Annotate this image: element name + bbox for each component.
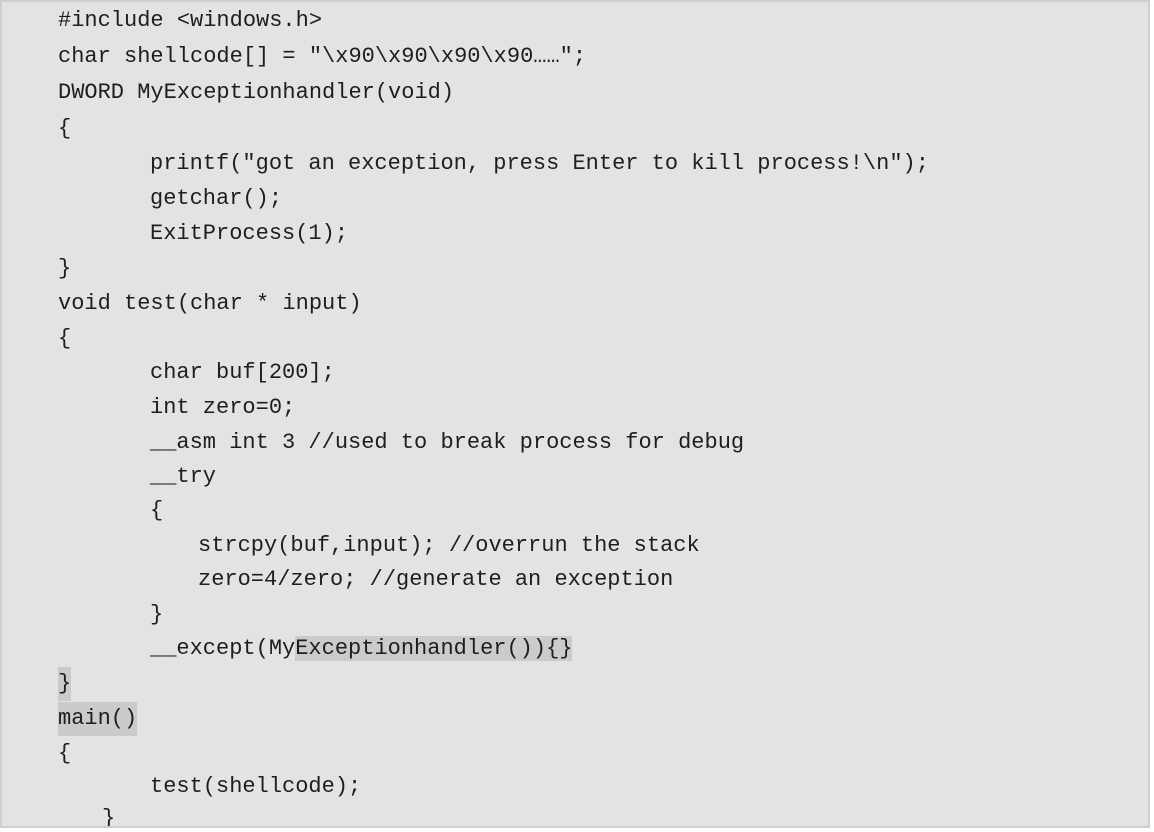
code-line: char shellcode[] = "\x90\x90\x90\x90……"; (58, 44, 587, 69)
code-line: { (150, 498, 164, 523)
code-line: } (58, 256, 72, 281)
highlighted-code-line: main() (58, 702, 138, 736)
code-line: } (102, 806, 116, 828)
code-line: { (58, 741, 72, 766)
highlighted-code-line: } (58, 667, 72, 701)
code-line: zero=4/zero; //generate an exception (198, 567, 674, 592)
code-line: printf("got an exception, press Enter to… (150, 151, 929, 176)
code-line: ExitProcess(1); (150, 221, 349, 246)
code-line: int zero=0; (150, 395, 296, 420)
code-line: test(shellcode); (150, 774, 362, 799)
code-line: __except(MyExceptionhandler()){} (150, 632, 573, 666)
code-line: __asm int 3 //used to break process for … (150, 430, 745, 455)
code-line: { (58, 326, 72, 351)
code-line: { (58, 116, 72, 141)
code-line: void test(char * input) (58, 291, 362, 316)
code-line: char buf[200]; (150, 360, 335, 385)
code-line: getchar(); (150, 186, 283, 211)
code-line: #include <windows.h> (58, 8, 323, 33)
code-line: DWORD MyExceptionhandler(void) (58, 80, 455, 105)
code-fragment: __except(My (150, 636, 296, 661)
code-listing-panel: #include <windows.h> char shellcode[] = … (0, 0, 1150, 828)
highlighted-code-fragment: Exceptionhandler()){} (295, 636, 573, 661)
code-line: __try (150, 464, 217, 489)
code-line: strcpy(buf,input); //overrun the stack (198, 533, 700, 558)
code-line: } (150, 602, 164, 627)
